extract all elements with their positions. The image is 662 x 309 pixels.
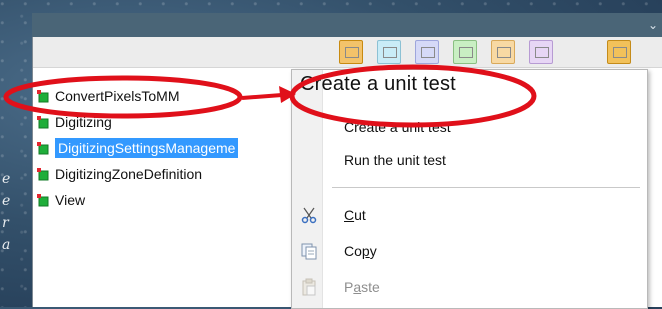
highlight-ellipse-right <box>289 64 537 128</box>
highlight-ellipse-left <box>3 75 243 119</box>
annotation-overlay <box>3 64 537 128</box>
annotation-arrow-line <box>241 93 283 100</box>
